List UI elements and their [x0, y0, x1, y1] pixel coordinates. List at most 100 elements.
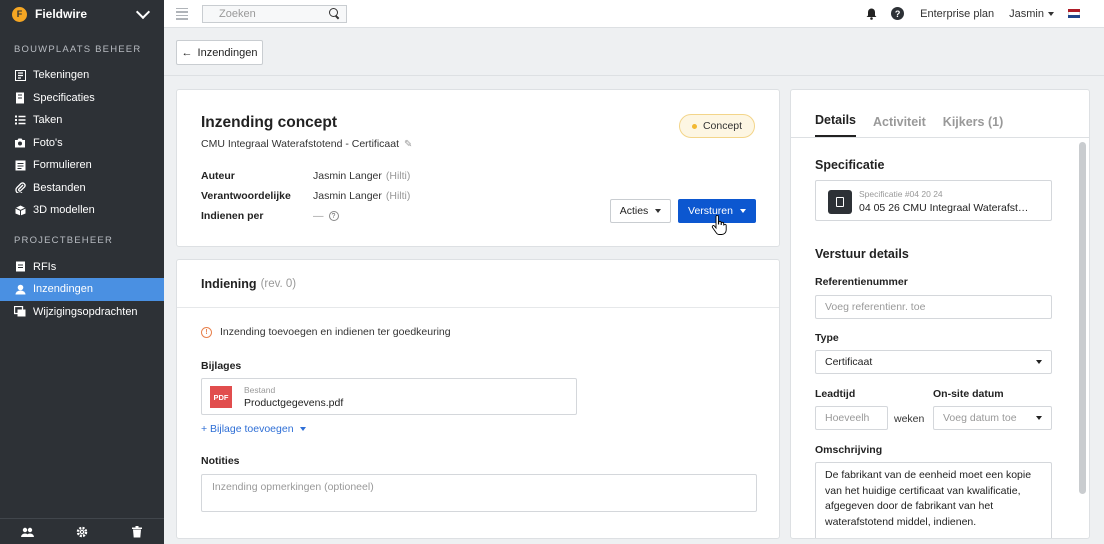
author-name: Jasmin Langer: [313, 170, 382, 182]
send-details-title: Verstuur details: [815, 247, 909, 261]
due-value[interactable]: — ?: [313, 210, 339, 222]
specifications-icon: [14, 92, 26, 104]
status-dot-icon: [691, 123, 697, 129]
pencil-icon[interactable]: ✎: [404, 139, 412, 150]
tab-activiteit[interactable]: Activiteit: [873, 115, 926, 137]
file-type: Bestand: [244, 385, 276, 395]
responsible-value: Jasmin Langer (Hilti): [313, 190, 410, 202]
user-name: Jasmin: [1009, 7, 1044, 20]
add-attachment-button[interactable]: + Bijlage toevoegen: [201, 423, 306, 435]
bell-icon[interactable]: [865, 8, 877, 20]
caret-down-icon: [739, 209, 746, 213]
scrollbar[interactable]: [1079, 142, 1086, 494]
page-title: Inzending concept: [201, 114, 338, 131]
specification-doc-icon: [828, 190, 852, 214]
cube-icon: [14, 204, 26, 216]
status-text: Concept: [702, 120, 743, 132]
due-text: —: [313, 210, 324, 222]
revision-label: (rev. 0): [260, 277, 297, 290]
leadtime-unit: weken: [894, 413, 925, 425]
actions-button[interactable]: Acties: [610, 199, 671, 223]
section-title-project: PROJECTBEHEER: [14, 235, 114, 246]
indiening-card: Indiening (rev. 0) ! Inzending toevoegen…: [176, 259, 780, 539]
due-row: Indienen per — ?: [201, 210, 339, 222]
caret-down-icon: [1036, 416, 1042, 420]
reference-input[interactable]: Voeg referentienr. toe: [815, 295, 1052, 319]
leadtime-input[interactable]: Hoeveelh: [815, 406, 888, 430]
sidebar-item-label: Wijzigingsopdrachten: [33, 305, 138, 318]
rfi-icon: [14, 261, 26, 273]
plan-label[interactable]: Enterprise plan: [920, 8, 994, 20]
people-icon[interactable]: [20, 525, 34, 539]
page-subtitle: CMU Integraal Waterafstotend - Certifica…: [201, 138, 412, 150]
description-textarea[interactable]: De fabrikant van de eenheid moet een kop…: [815, 462, 1052, 538]
arrow-left-icon: ←: [181, 46, 193, 59]
paperclip-icon: [14, 182, 26, 194]
chevron-down-icon[interactable]: [135, 4, 151, 19]
author-label: Auteur: [201, 170, 235, 182]
sidebar-item-label: Specificaties: [33, 91, 95, 104]
description-label: Omschrijving: [815, 444, 883, 456]
sidebar-item-label: Bestanden: [33, 181, 86, 194]
submittal-header-card: Inzending concept CMU Integraal Waterafs…: [176, 89, 780, 247]
sidebar-item-rfis[interactable]: RFIs: [0, 256, 164, 279]
onsite-date-placeholder: Voeg datum toe: [943, 412, 1017, 424]
change-order-icon: [14, 306, 26, 318]
sidebar-item-taken[interactable]: Taken: [0, 109, 164, 132]
responsible-name: Jasmin Langer: [313, 190, 382, 202]
hamburger-menu-icon[interactable]: [176, 7, 188, 20]
attachments-label: Bijlages: [201, 360, 242, 372]
onsite-date-select[interactable]: Voeg datum toe: [933, 406, 1052, 430]
sidebar-item-specificaties[interactable]: Specificaties: [0, 87, 164, 110]
notes-label: Notities: [201, 455, 240, 467]
subtitle-text: CMU Integraal Waterafstotend - Certifica…: [201, 138, 400, 150]
responsible-label: Verantwoordelijke: [201, 190, 291, 202]
tab-kijkers[interactable]: Kijkers (1): [943, 115, 1003, 137]
back-bar: ← Inzendingen: [164, 28, 1104, 76]
responsible-row: Verantwoordelijke Jasmin Langer (Hilti): [201, 190, 410, 202]
tab-details[interactable]: Details: [815, 113, 856, 137]
sidebar-item-bestanden[interactable]: Bestanden: [0, 177, 164, 200]
pdf-file-icon: PDF: [210, 386, 232, 408]
gear-icon[interactable]: [75, 525, 89, 539]
sidebar-item-formulieren[interactable]: Formulieren: [0, 154, 164, 177]
user-menu[interactable]: Jasmin: [1009, 8, 1054, 20]
dutch-flag-icon[interactable]: [1068, 9, 1080, 18]
author-company: (Hilti): [385, 170, 411, 182]
notes-textarea[interactable]: Inzending opmerkingen (optioneel): [201, 474, 757, 512]
sidebar: F Fieldwire BOUWPLAATS BEHEER Tekeningen…: [0, 0, 164, 544]
warning-icon: !: [201, 326, 212, 338]
search-icon[interactable]: [329, 8, 340, 19]
question-mark-icon[interactable]: ?: [328, 211, 339, 221]
specification-card[interactable]: Specificatie #04 20 24 04 05 26 CMU Inte…: [815, 180, 1052, 221]
caret-down-icon: [655, 209, 662, 213]
submittal-icon: [14, 283, 26, 295]
brand-switcher[interactable]: F Fieldwire: [0, 0, 164, 28]
section-title-site: BOUWPLAATS BEHEER: [14, 43, 142, 55]
sidebar-item-label: Taken: [33, 114, 63, 127]
sidebar-item-inzendingen[interactable]: Inzendingen: [0, 278, 164, 301]
caret-down-icon: [299, 427, 306, 431]
back-button[interactable]: ← Inzendingen: [176, 40, 263, 65]
attachment-item[interactable]: PDF Bestand Productgegevens.pdf: [201, 378, 577, 415]
due-label: Indienen per: [201, 210, 264, 222]
back-label: Inzendingen: [197, 46, 258, 59]
sidebar-item-3d-modellen[interactable]: 3D modellen: [0, 199, 164, 222]
sidebar-item-tekeningen[interactable]: Tekeningen: [0, 64, 164, 87]
search-placeholder: Zoeken: [219, 7, 256, 20]
tasks-icon: [14, 114, 26, 126]
trash-icon[interactable]: [130, 525, 144, 539]
specification-title: Specificatie: [815, 158, 885, 172]
help-icon[interactable]: ?: [891, 7, 905, 20]
type-value: Certificaat: [825, 356, 873, 368]
info-text: Inzending toevoegen en indienen ter goed…: [220, 326, 451, 338]
file-name: Productgegevens.pdf: [244, 397, 344, 409]
sidebar-item-label: Formulieren: [33, 159, 92, 172]
sidebar-item-fotos[interactable]: Foto's: [0, 132, 164, 155]
type-select[interactable]: Certificaat: [815, 350, 1052, 374]
brand-name: Fieldwire: [35, 7, 88, 21]
sidebar-item-label: 3D modellen: [33, 204, 95, 217]
sidebar-item-wijzigingsopdrachten[interactable]: Wijzigingsopdrachten: [0, 301, 164, 324]
search-input[interactable]: Zoeken: [202, 4, 347, 23]
sidebar-footer: [0, 518, 164, 544]
